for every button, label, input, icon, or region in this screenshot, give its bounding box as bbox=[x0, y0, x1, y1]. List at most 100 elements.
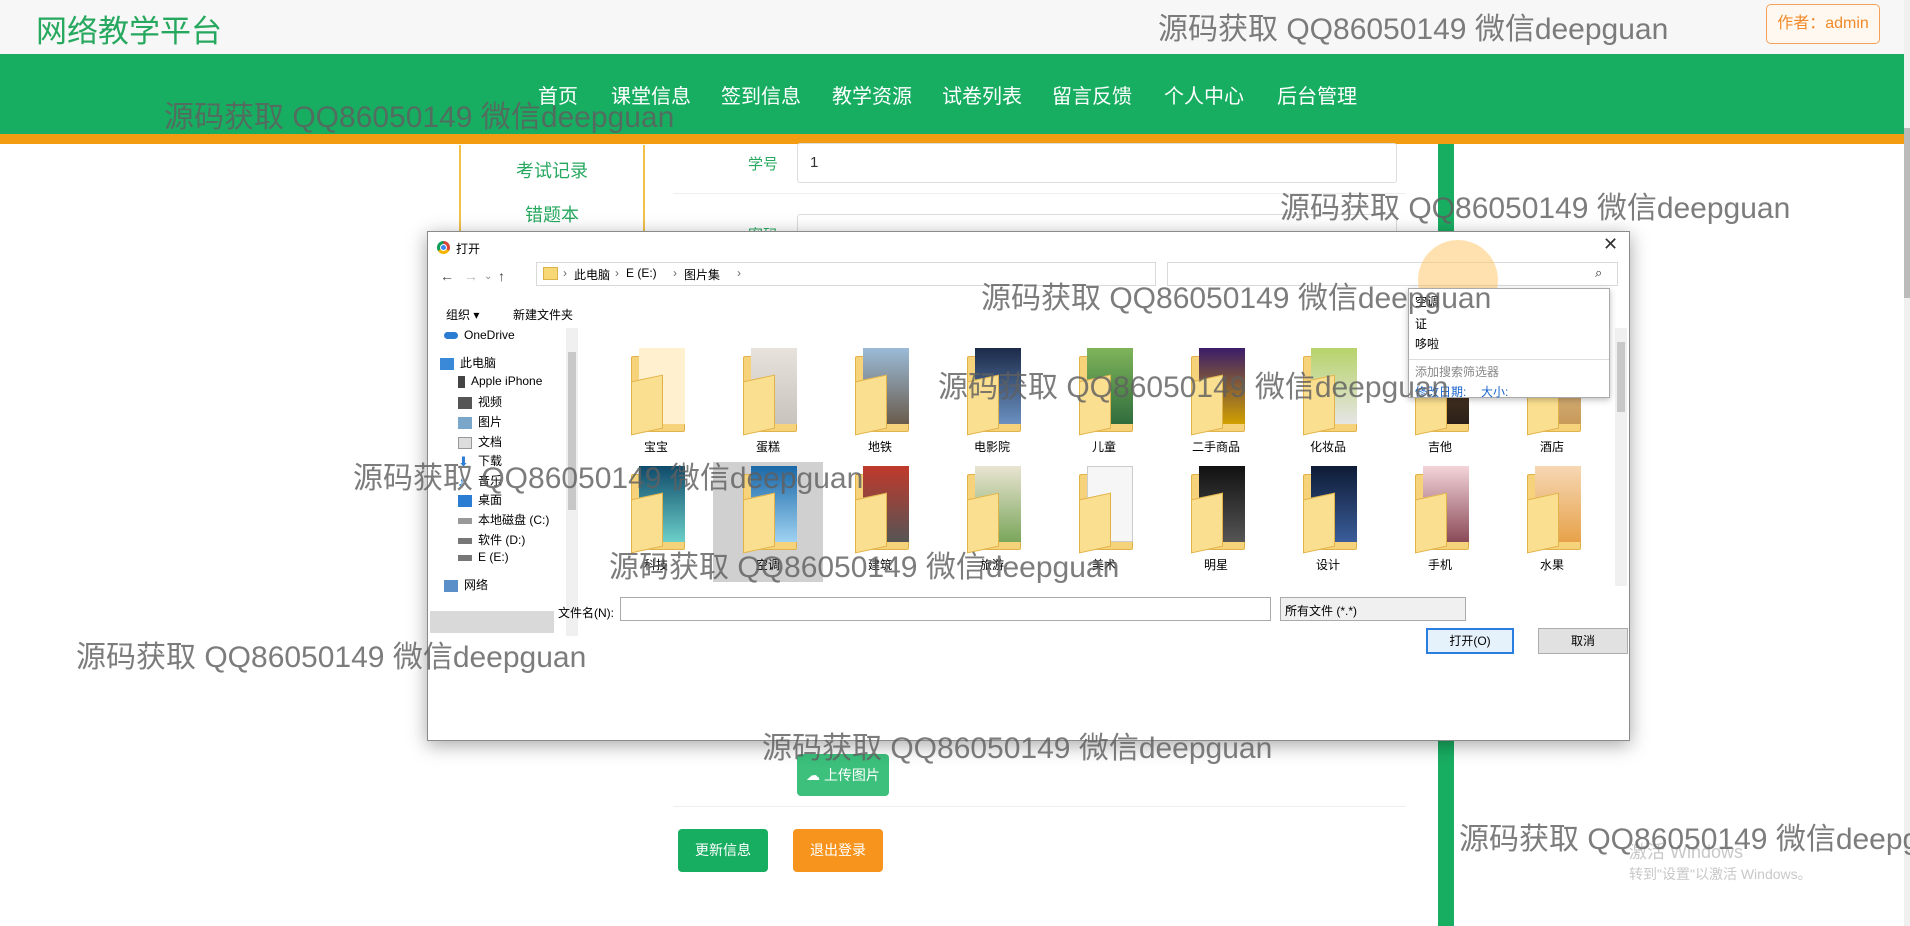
tree-item-downloads[interactable]: ⬇ 下载 bbox=[458, 452, 502, 469]
drive-icon bbox=[458, 554, 472, 561]
folder-item[interactable]: 蛋糕 bbox=[713, 344, 823, 464]
page-scrollbar-thumb[interactable] bbox=[1904, 128, 1910, 298]
up-arrow-icon[interactable]: ↑ bbox=[498, 268, 505, 284]
tree-label: E (E:) bbox=[478, 550, 509, 564]
tree-item-drive-d[interactable]: 软件 (D:) bbox=[458, 531, 525, 548]
folder-label: 空调 bbox=[755, 558, 780, 572]
search-input[interactable]: ⌕ bbox=[1167, 262, 1618, 286]
folder-item[interactable]: 宝宝 bbox=[601, 344, 711, 464]
folder-item[interactable]: 儿童 bbox=[1049, 344, 1159, 464]
suggestion-item[interactable]: 哆啦 bbox=[1415, 335, 1439, 352]
folder-item[interactable]: 旅游 bbox=[937, 462, 1047, 582]
tree-item-music[interactable]: ♪ 音乐 bbox=[458, 472, 502, 489]
address-bar[interactable]: › 此电脑 › E (E:) › 图片集 › ↻ bbox=[536, 262, 1241, 286]
navigation-tree: OneDrive 此电脑 Apple iPhone 视频 图片 文档 ⬇ 下载 ♪… bbox=[430, 328, 556, 636]
tree-label: Apple iPhone bbox=[471, 374, 543, 388]
tree-item-drive-e[interactable]: E (E:) bbox=[458, 550, 509, 564]
grid-scrollbar-thumb[interactable] bbox=[1617, 342, 1625, 412]
nav-item-home[interactable]: 首页 bbox=[538, 80, 578, 109]
folder-item-selected[interactable]: 空调 bbox=[713, 462, 823, 582]
tree-label: 桌面 bbox=[478, 493, 503, 507]
back-arrow-icon[interactable]: ← bbox=[440, 268, 454, 284]
nav-item-resources[interactable]: 教学资源 bbox=[832, 80, 912, 109]
windows-activation-hint: 转到"设置"以激活 Windows。 bbox=[1629, 866, 1812, 882]
folder-item[interactable]: 二手商品 bbox=[1161, 344, 1271, 464]
folder-item[interactable]: 手机 bbox=[1385, 462, 1495, 582]
site-title[interactable]: 网络教学平台 bbox=[36, 6, 222, 51]
tree-item-iphone[interactable]: Apple iPhone bbox=[458, 374, 542, 388]
nav-item-feedback[interactable]: 留言反馈 bbox=[1052, 80, 1132, 109]
top-bar bbox=[0, 0, 1910, 54]
tree-scrollbar-thumb[interactable] bbox=[568, 352, 576, 510]
tree-item-desktop[interactable]: 桌面 bbox=[458, 491, 502, 508]
folder-item[interactable]: 美术 bbox=[1049, 462, 1159, 582]
nav-item-admin[interactable]: 后台管理 bbox=[1277, 80, 1357, 109]
filter-date-link[interactable]: 修改日期: bbox=[1415, 383, 1466, 400]
folder-label: 设计 bbox=[1315, 558, 1340, 572]
nav-item-profile[interactable]: 个人中心 bbox=[1164, 80, 1244, 109]
open-button[interactable]: 打开(O) bbox=[1426, 628, 1514, 654]
chrome-icon bbox=[437, 241, 450, 254]
folder-item[interactable]: 地铁 bbox=[825, 344, 935, 464]
tree-item-onedrive[interactable]: OneDrive bbox=[444, 328, 515, 342]
folder-label: 化妆品 bbox=[1309, 440, 1346, 454]
folder-item[interactable]: 明星 bbox=[1161, 462, 1271, 582]
menu-item-exam-records[interactable]: 考试记录 bbox=[461, 157, 643, 183]
search-icon[interactable]: ⌕ bbox=[1595, 265, 1602, 281]
filetype-select[interactable]: 所有文件 (*.*) ⌄ bbox=[1280, 597, 1466, 621]
student-id-label: 学号 bbox=[748, 156, 779, 173]
suggestion-item[interactable]: 证 bbox=[1415, 315, 1427, 332]
upload-image-label: 上传图片 bbox=[823, 767, 880, 783]
tree-item-drive-c[interactable]: 本地磁盘 (C:) bbox=[458, 511, 549, 528]
student-id-input[interactable]: 1 bbox=[797, 143, 1397, 183]
breadcrumb-gallery[interactable]: 图片集 bbox=[684, 266, 720, 283]
folder-item[interactable]: 建筑 bbox=[825, 462, 935, 582]
windows-activation-title: 激活 Windows bbox=[1629, 842, 1744, 862]
folder-item[interactable]: 科技 bbox=[601, 462, 711, 582]
nav-item-exams[interactable]: 试卷列表 bbox=[942, 80, 1022, 109]
upload-image-button[interactable]: ☁ 上传图片 bbox=[797, 754, 889, 796]
organize-button[interactable]: 组织 ▾ bbox=[446, 306, 479, 323]
folder-label: 蛋糕 bbox=[755, 440, 780, 454]
drive-icon bbox=[458, 537, 472, 544]
breadcrumb-this-pc[interactable]: 此电脑 bbox=[574, 266, 610, 283]
dropdown-divider bbox=[1409, 359, 1609, 360]
folder-item[interactable]: 水果 bbox=[1497, 462, 1607, 582]
logout-button[interactable]: 退出登录 bbox=[793, 829, 883, 872]
picture-icon bbox=[458, 416, 472, 429]
menu-item-wrong-questions[interactable]: 错题本 bbox=[461, 201, 643, 227]
tree-item-network[interactable]: 网络 bbox=[444, 576, 488, 593]
filename-input[interactable] bbox=[620, 597, 1271, 621]
cancel-button[interactable]: 取消 bbox=[1538, 628, 1628, 654]
tree-label: 本地磁盘 (C:) bbox=[478, 513, 550, 527]
nav-item-checkin[interactable]: 签到信息 bbox=[721, 80, 801, 109]
author-badge: 作者：admin bbox=[1766, 4, 1880, 44]
recent-chevron-icon[interactable]: ⌄ bbox=[484, 271, 492, 282]
new-folder-button[interactable]: 新建文件夹 bbox=[513, 306, 573, 323]
folder-item[interactable] bbox=[601, 580, 711, 590]
tree-item-pictures[interactable]: 图片 bbox=[458, 413, 502, 430]
left-menu: 考试记录 错题本 bbox=[459, 145, 645, 237]
breadcrumb-drive-e[interactable]: E (E:) bbox=[626, 266, 657, 280]
folder-item[interactable]: 化妆品 bbox=[1273, 344, 1383, 464]
folder-label: 建筑 bbox=[867, 558, 892, 572]
folder-label: 电影院 bbox=[973, 440, 1010, 454]
close-icon[interactable]: ✕ bbox=[1603, 234, 1618, 255]
nav-item-class-info[interactable]: 课堂信息 bbox=[611, 80, 691, 109]
suggestion-item[interactable]: 空调 bbox=[1415, 293, 1439, 310]
network-icon bbox=[444, 579, 458, 592]
tree-label: 图片 bbox=[478, 415, 503, 429]
tree-item-documents[interactable]: 文档 bbox=[458, 433, 502, 450]
forward-arrow-icon[interactable]: → bbox=[464, 268, 478, 284]
folder-item[interactable]: 设计 bbox=[1273, 462, 1383, 582]
tree-label: 音乐 bbox=[478, 474, 503, 488]
folder-label: 酒店 bbox=[1539, 440, 1564, 454]
open-file-dialog: 打开 ✕ ← → ⌄ ↑ › 此电脑 › E (E:) › 图片集 › ↻ ⌕ … bbox=[427, 231, 1630, 741]
update-info-button[interactable]: 更新信息 bbox=[678, 829, 768, 872]
folder-item[interactable]: 电影院 bbox=[937, 344, 1047, 464]
chevron-right-icon: › bbox=[615, 266, 619, 280]
tree-item-videos[interactable]: 视频 bbox=[458, 393, 502, 410]
phone-icon bbox=[458, 375, 465, 388]
filter-size-link[interactable]: 大小: bbox=[1481, 383, 1508, 400]
tree-item-this-pc[interactable]: 此电脑 bbox=[440, 354, 496, 371]
